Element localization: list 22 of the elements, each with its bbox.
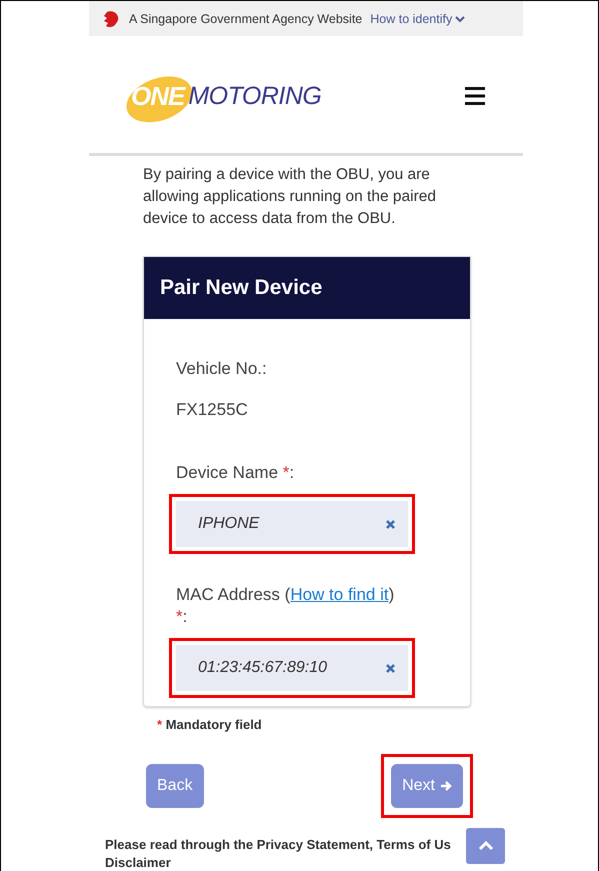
form-title: Pair New Device bbox=[144, 257, 470, 319]
field-label: Device Name *: bbox=[176, 462, 296, 484]
back-button[interactable]: Back bbox=[146, 764, 204, 808]
next-button[interactable]: Next bbox=[391, 764, 463, 808]
vehicle-label: Vehicle No.: bbox=[176, 358, 268, 380]
field-label: MAC Address (How to find it) *: bbox=[176, 584, 396, 628]
mandatory-note: * Mandatory field bbox=[157, 717, 263, 732]
scroll-top-button[interactable] bbox=[466, 828, 505, 864]
footer-text: Please read through the Privacy Statement, Terms of Us Disclaimer bbox=[105, 836, 452, 871]
clear-icon[interactable] bbox=[385, 662, 396, 674]
chevron-down-icon bbox=[455, 14, 466, 22]
how-to-find-link[interactable]: How to find it bbox=[290, 585, 389, 604]
input-field[interactable]: IPHONE bbox=[176, 501, 408, 547]
gov-banner-text: A Singapore Government Agency Website bbox=[129, 12, 362, 26]
chevron-up-icon bbox=[478, 841, 494, 851]
clear-icon[interactable] bbox=[385, 518, 396, 530]
how-to-identify-link[interactable]: How to identify bbox=[370, 12, 466, 26]
input-field[interactable]: 01:23:45:67:89:10 bbox=[176, 645, 408, 691]
intro-text: By pairing a device with the OBU, you are allowing applications running on the paired device to access data from the OBU. bbox=[143, 165, 437, 229]
vehicle-number: FX1255C bbox=[176, 400, 249, 420]
arrow-right-icon bbox=[440, 780, 452, 792]
menu-icon[interactable] bbox=[465, 87, 485, 105]
